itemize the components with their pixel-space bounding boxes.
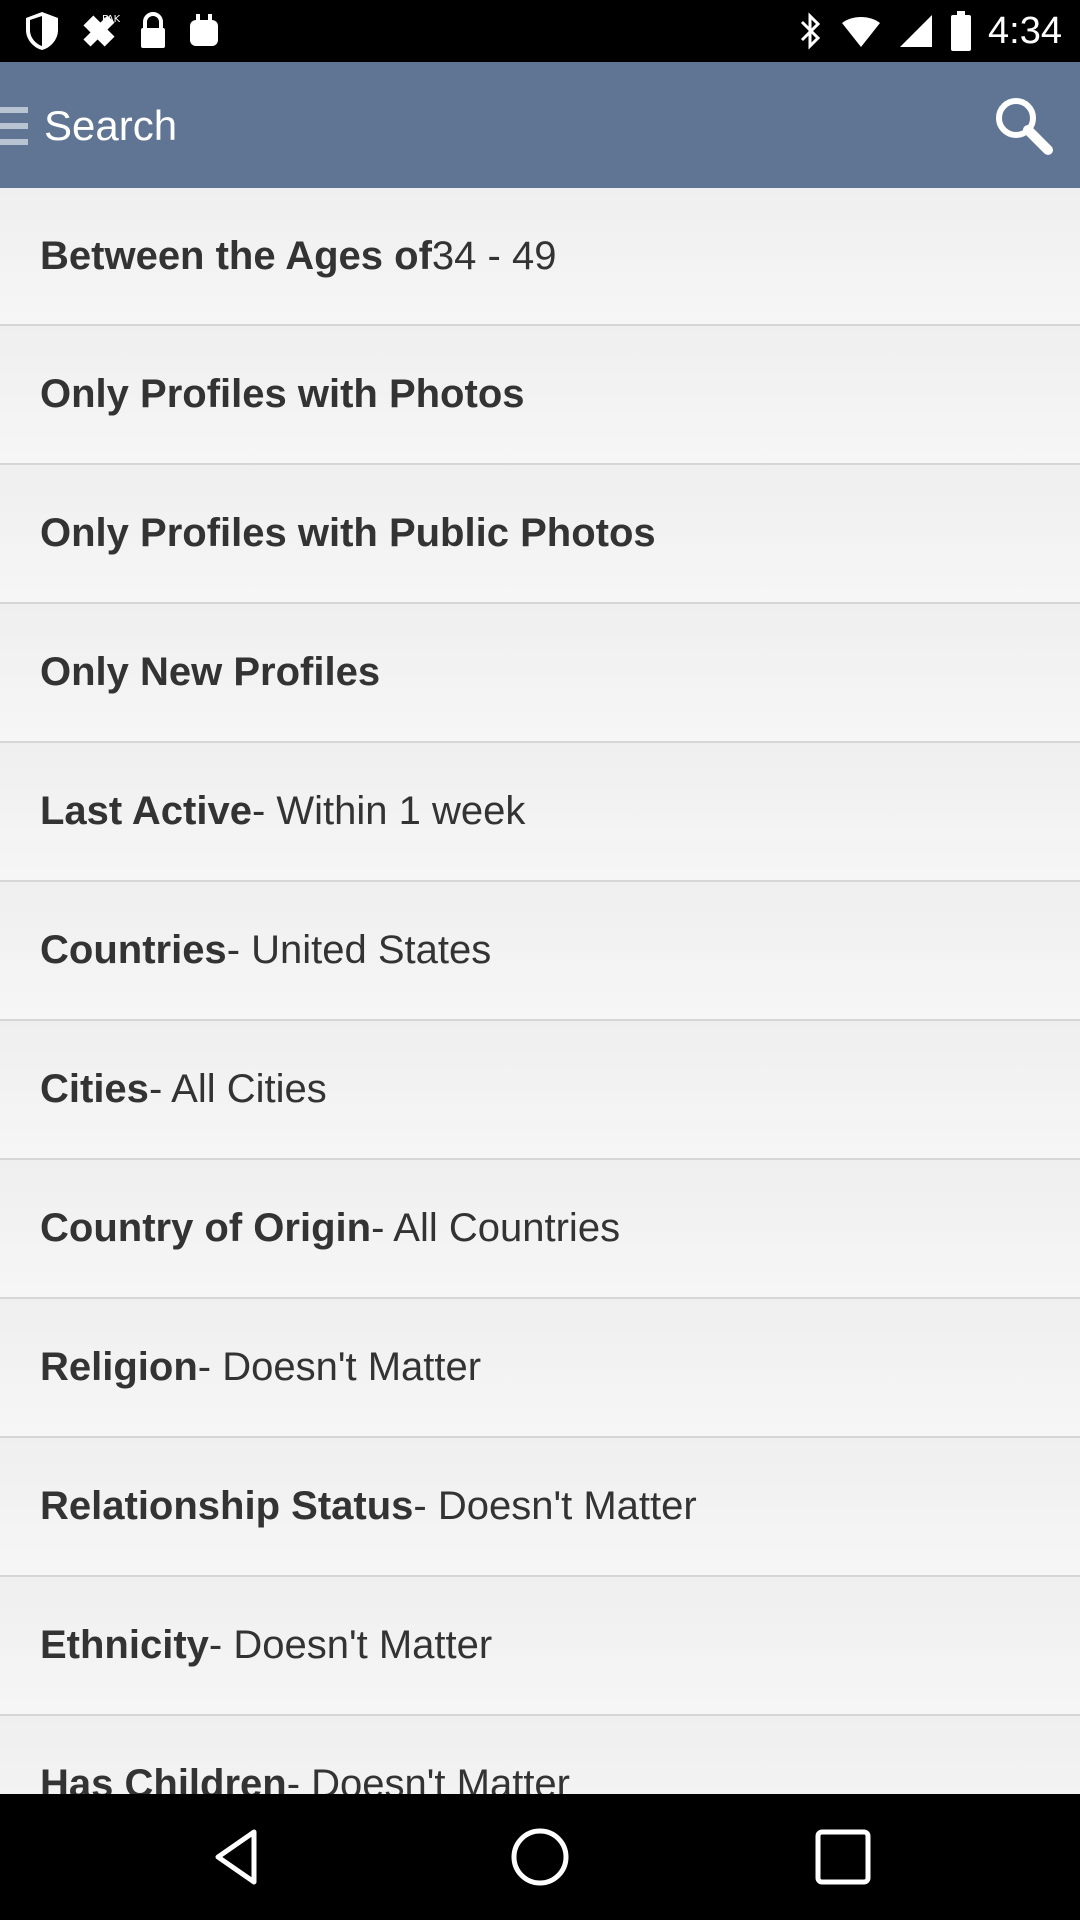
bluetooth-icon [800,12,821,50]
filter-value: - Doesn't Matter [286,1762,570,1794]
search-icon[interactable] [990,92,1056,158]
filter-row-has-children[interactable]: Has Children - Doesn't Matter [0,1716,1080,1794]
filter-label: Ethnicity [40,1623,209,1667]
filter-label: Relationship Status [40,1484,414,1528]
filter-label: Has Children [40,1762,287,1794]
filter-label: Cities [40,1067,149,1111]
shield-icon [26,12,58,50]
signal-icon [900,15,933,47]
filter-value: - All Countries [371,1206,621,1250]
filter-row-last-active[interactable]: Last Active - Within 1 week [0,743,1080,882]
filter-label: Last Active [40,789,252,833]
search-filter-list: Between the Ages of 34 - 49 Only Profile… [0,188,1080,1794]
filter-row-photos[interactable]: Only Profiles with Photos [0,326,1080,465]
filter-label: Only New Profiles [40,650,381,694]
filter-row-relationship-status[interactable]: Relationship Status - Doesn't Matter [0,1438,1080,1577]
filter-label: Only Profiles with Public Photos [40,511,656,555]
filter-value: - Doesn't Matter [208,1623,493,1667]
page-title: Search [44,102,178,149]
recents-icon[interactable] [810,1824,876,1890]
filter-label: Country of Origin [40,1206,372,1250]
filter-value: - Within 1 week [251,789,526,833]
app-bar: Search [0,62,1080,188]
home-icon[interactable] [507,1824,573,1890]
filter-row-countries[interactable]: Countries - United States [0,882,1080,1021]
filter-row-new-profiles[interactable]: Only New Profiles [0,604,1080,743]
back-icon[interactable] [204,1824,270,1890]
filter-value: - Doesn't Matter [197,1345,482,1389]
clock: 4:34 [988,9,1062,52]
filter-row-age-range[interactable]: Between the Ages of 34 - 49 [0,188,1080,326]
filter-row-religion[interactable]: Religion - Doesn't Matter [0,1299,1080,1438]
filter-label: Countries [40,928,227,972]
filter-value: - United States [226,928,492,972]
filter-value: 34 - 49 [431,233,557,278]
filter-row-public-photos[interactable]: Only Profiles with Public Photos [0,465,1080,604]
filter-label: Only Profiles with Photos [40,372,525,416]
filter-row-cities[interactable]: Cities - All Cities [0,1021,1080,1160]
svg-text:FAKE: FAKE [102,14,120,25]
filter-row-country-of-origin[interactable]: Country of Origin - All Countries [0,1160,1080,1299]
menu-icon[interactable] [0,107,28,145]
filter-row-ethnicity[interactable]: Ethnicity - Doesn't Matter [0,1577,1080,1716]
system-nav-bar [0,1794,1080,1920]
wifi-icon [842,17,881,47]
battery-icon [951,11,972,51]
filter-value: - All Cities [148,1067,327,1111]
filter-label: Between the Ages of [40,233,432,278]
briefcase-icon [190,14,218,46]
status-bar: FAKE 4:34 [0,0,1080,62]
filter-label: Religion [40,1345,198,1389]
lock-icon [141,12,165,48]
fake-gps-icon: FAKE [83,14,120,47]
filter-value: - Doesn't Matter [413,1484,697,1528]
